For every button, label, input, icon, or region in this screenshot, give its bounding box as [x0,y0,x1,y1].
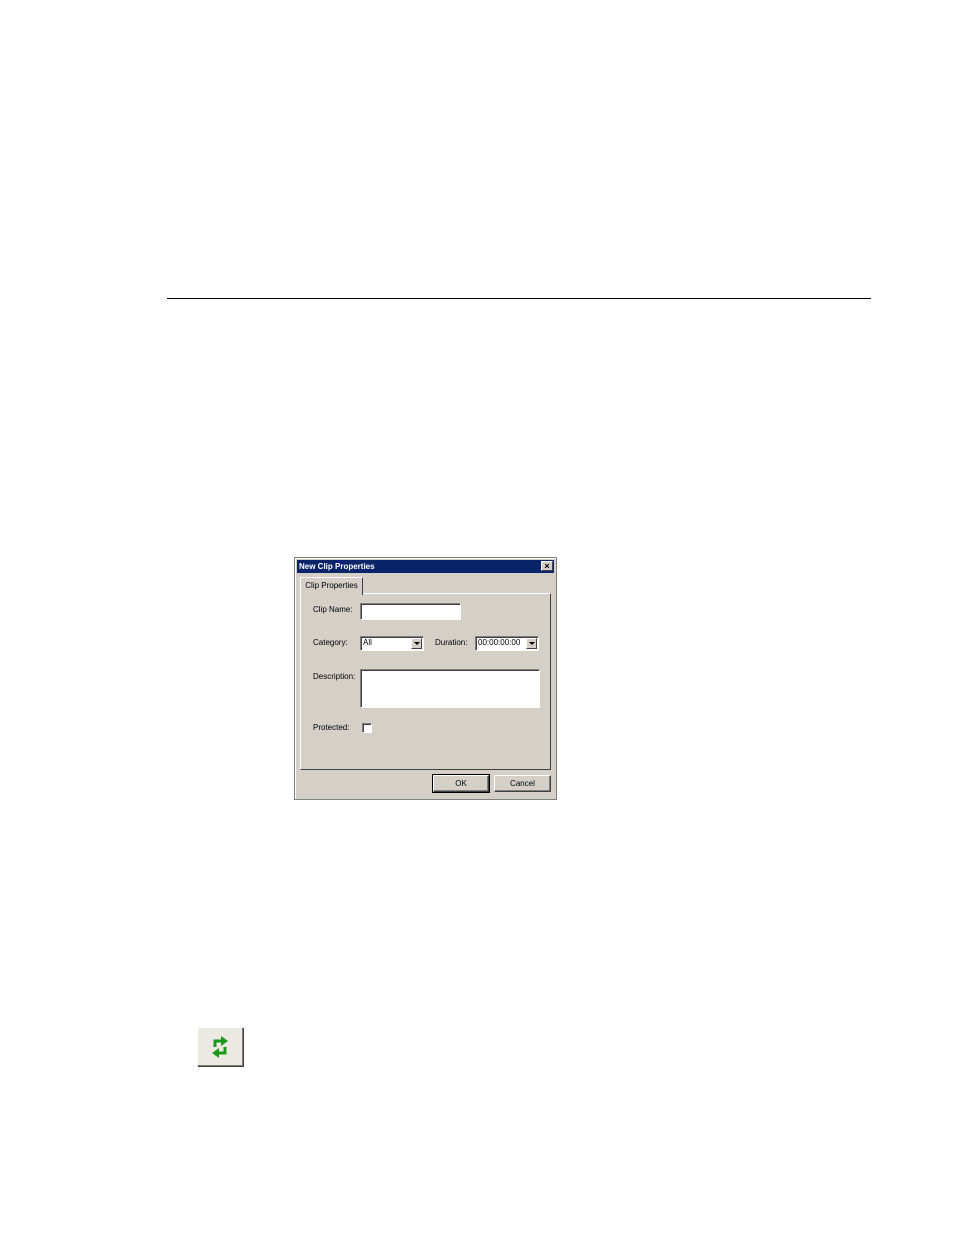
category-label: Category: [313,638,348,647]
chevron-down-icon[interactable] [526,638,537,649]
category-select[interactable]: All [360,636,424,651]
ok-button[interactable]: OK [432,774,490,793]
chevron-down-icon[interactable] [411,638,422,649]
duration-select[interactable]: 00:00:00:00 [475,636,539,651]
duration-label: Duration: [435,638,468,647]
horizontal-rule [167,298,871,299]
clip-name-label: Clip Name: [313,605,353,614]
protected-label: Protected: [313,723,350,732]
description-textarea[interactable] [360,669,540,708]
cancel-button[interactable]: Cancel [494,775,551,792]
dialog-title: New Clip Properties [299,562,375,571]
refresh-button[interactable] [197,1027,243,1066]
description-label: Description: [313,672,356,681]
category-value: All [363,638,372,647]
refresh-icon [212,1036,228,1058]
clip-name-input[interactable] [360,603,461,620]
duration-value: 00:00:00:00 [478,638,521,647]
dialog-title-bar[interactable]: New Clip Properties × [297,560,554,573]
close-button[interactable]: × [541,561,553,571]
close-icon: × [544,561,550,571]
tab-clip-properties[interactable]: Clip Properties [300,577,363,595]
protected-checkbox[interactable] [362,723,372,733]
